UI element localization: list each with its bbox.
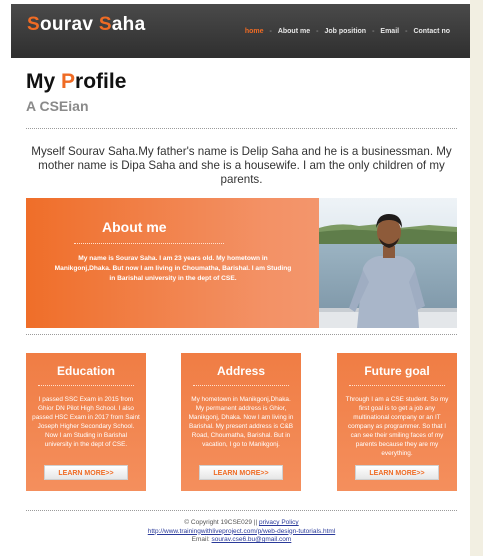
privacy-policy-link[interactable]: privacy Policy [259,519,299,526]
logo-text: aha [111,14,146,35]
site-logo[interactable]: Sourav Saha [27,14,145,36]
about-title: About me [102,219,167,235]
email-label: Email: [191,536,210,543]
card-title: Future goal [364,364,430,378]
profile-photo [319,198,457,328]
page: Sourav Saha home - About me - Job position - E… [0,0,470,556]
page-title: My Profile [26,70,126,94]
card-divider [349,385,445,386]
title-accent: P [61,70,76,93]
card-divider [193,385,289,386]
card-text: I passed SSC Exam in 2015 from Ghior DN … [32,396,140,448]
footer-email-line: Email: sourav.cse6.bu@gmail.com [26,536,457,545]
learn-more-button[interactable]: LEARN MORE>> [199,465,283,480]
tutorial-url-link[interactable]: http://www.trainingwithliveproject.com/p… [148,528,336,535]
title-text: rofile [75,70,127,93]
card-text: My hometown in Manikgonj,Dhaka. My perma… [188,396,294,448]
nav-home[interactable]: home [245,28,264,35]
nav-separator: - [372,28,375,35]
logo-initial: S [98,14,112,35]
footer-copyright-line: © Copyright 19CSE029 || privacy Policy [26,519,457,528]
about-text: My name is Sourav Saha. I am 23 years ol… [54,255,292,282]
learn-more-button[interactable]: LEARN MORE>> [355,465,439,480]
card-title: Address [216,364,266,378]
intro-paragraph: Myself Sourav Saha.My father's name is D… [31,145,452,186]
about-panel: About me My name is Sourav Saha. I am 23… [26,198,457,328]
copyright-text: © Copyright 19CSE029 || [184,519,258,526]
learn-more-button[interactable]: LEARN MORE>> [44,465,128,480]
nav-separator: - [269,28,272,35]
profile-photo-image [319,198,457,328]
logo-text: ourav [39,14,99,35]
about-divider [74,243,224,244]
divider [26,510,457,511]
site-footer: © Copyright 19CSE029 || privacy Policy h… [26,519,457,545]
site-header: Sourav Saha home - About me - Job position - E… [11,4,470,58]
logo-initial: S [27,14,40,35]
card-text: Through I am a CSE student. So my first … [345,396,449,457]
nav-email[interactable]: Email [380,28,399,35]
divider [26,334,457,335]
future-goal-card: Future goal Through I am a CSE student. … [337,353,457,491]
address-card: Address My hometown in Manikgonj,Dhaka. … [181,353,301,491]
divider [26,128,457,129]
nav-separator: - [316,28,319,35]
email-link[interactable]: sourav.cse6.bu@gmail.com [212,536,292,543]
nav-contact-no[interactable]: Contact no [413,28,450,35]
nav-job-position[interactable]: Job position [324,28,366,35]
main-nav: home - About me - Job position - Email - Contact… [245,28,450,35]
card-title: Education [56,364,115,378]
nav-separator: - [405,28,408,35]
title-text: My [26,70,62,93]
nav-about-me[interactable]: About me [278,28,310,35]
card-divider [38,385,134,386]
page-subtitle: A CSEian [26,98,89,114]
education-card: Education I passed SSC Exam in 2015 from… [26,353,146,491]
